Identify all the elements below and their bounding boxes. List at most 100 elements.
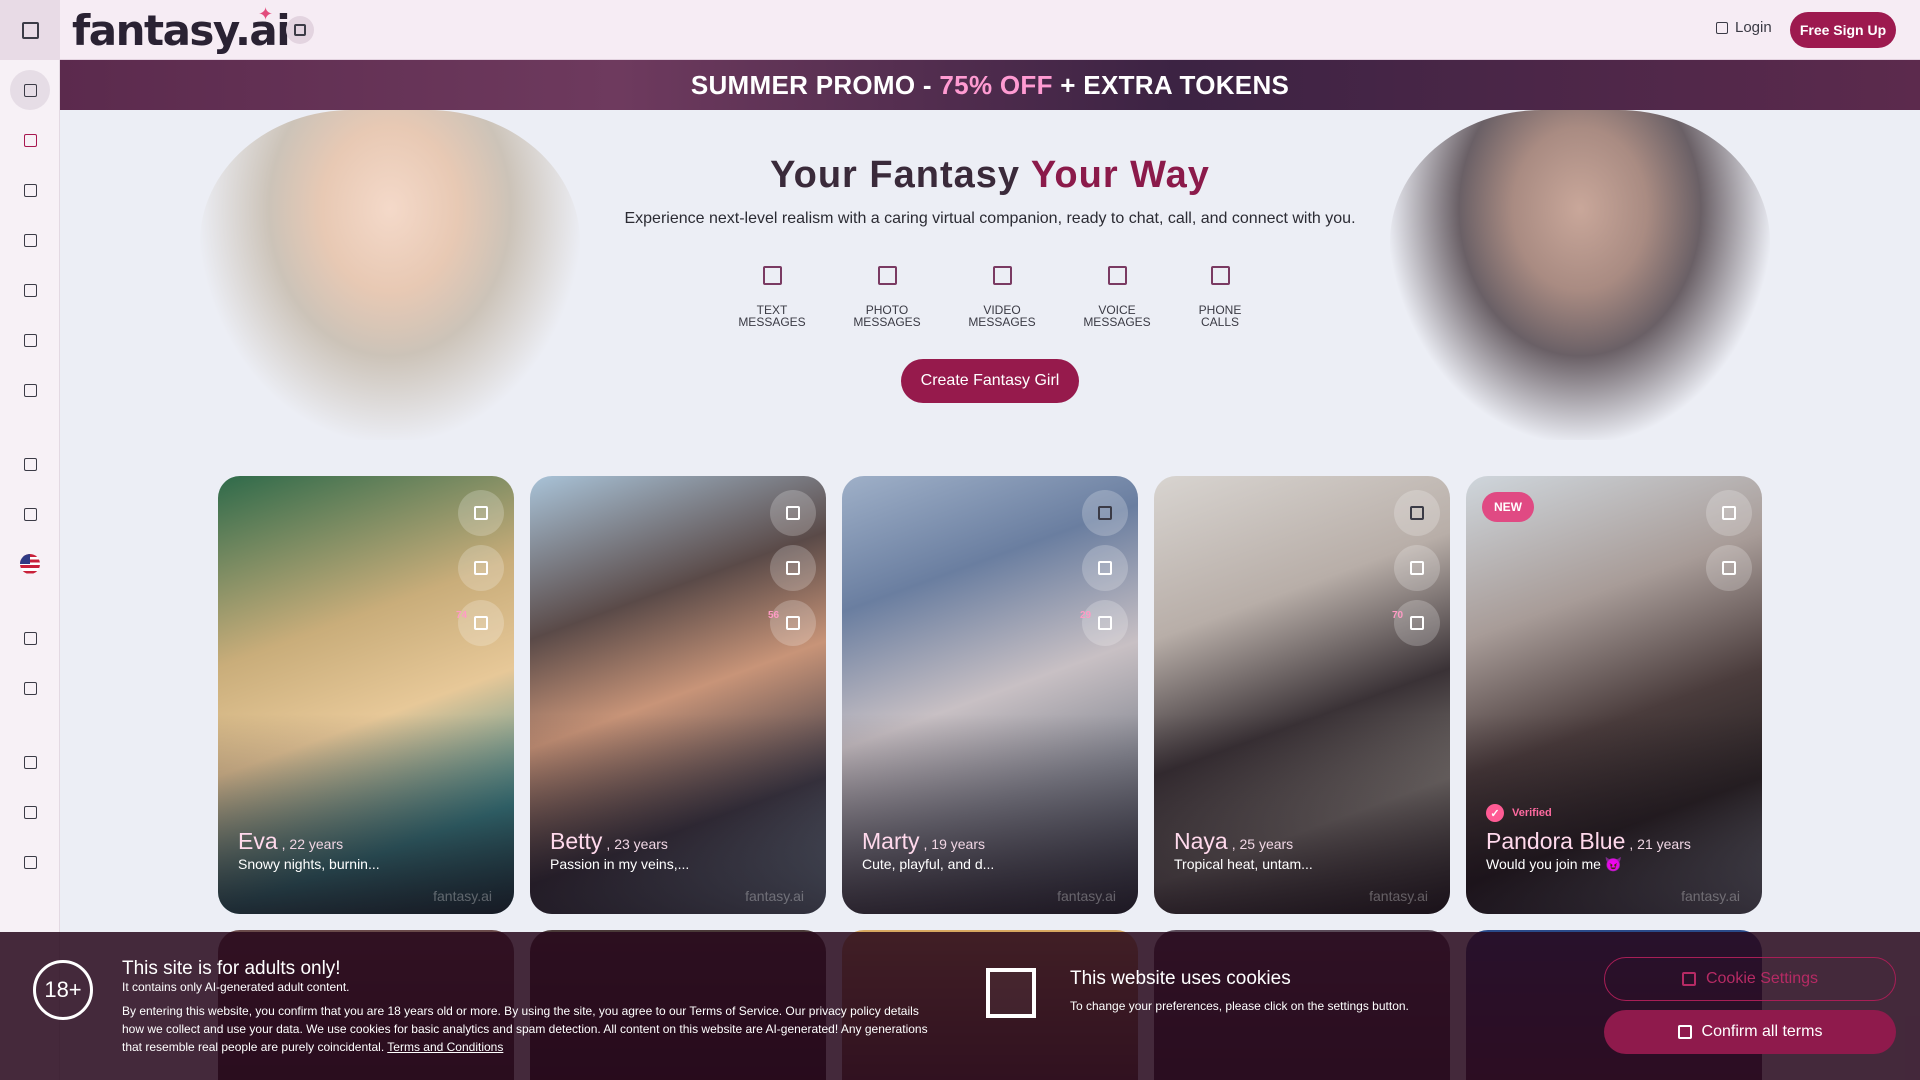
free-signup-button[interactable]: Free Sign Up bbox=[1790, 12, 1896, 48]
feature-photo-messages: PHOTO MESSAGES bbox=[842, 266, 932, 328]
sidebar-item-create[interactable] bbox=[0, 120, 60, 160]
character-card-marty[interactable]: 29 Marty, 19 years Cute, playful, and d.… bbox=[842, 476, 1138, 914]
confirm-all-terms-button[interactable]: Confirm all terms bbox=[1604, 1010, 1896, 1054]
sidebar-item-affiliate[interactable] bbox=[0, 494, 60, 534]
adult-warning-subtitle: It contains only AI-generated adult cont… bbox=[122, 980, 350, 994]
create-fantasy-girl-button[interactable]: Create Fantasy Girl bbox=[901, 359, 1079, 403]
card-name: Marty bbox=[862, 828, 920, 854]
card-like-button[interactable] bbox=[458, 600, 504, 646]
card-shade bbox=[842, 714, 1138, 914]
card-shade bbox=[218, 714, 514, 914]
card-favorite-button[interactable] bbox=[1082, 490, 1128, 536]
adult-body-text: By entering this website, you confirm th… bbox=[122, 1004, 928, 1054]
card-like-button[interactable] bbox=[1082, 600, 1128, 646]
card-watermark: fantasy.ai bbox=[1057, 888, 1116, 904]
character-card-naya[interactable]: 70 Naya, 25 years Tropical heat, untam..… bbox=[1154, 476, 1450, 914]
feature-text-messages: TEXT MESSAGES bbox=[727, 266, 817, 328]
instagram-icon bbox=[23, 855, 37, 869]
cookie-settings-label: Cookie Settings bbox=[1705, 970, 1819, 987]
card-age: , 19 years bbox=[923, 836, 985, 852]
hero-title-accent: Your Way bbox=[1030, 154, 1210, 196]
card-chat-button[interactable] bbox=[1706, 545, 1752, 591]
card-like-button[interactable] bbox=[770, 600, 816, 646]
voice-message-icon bbox=[1107, 266, 1127, 285]
sidebar-item-instagram[interactable] bbox=[0, 842, 60, 882]
hero-title-main: Your Fantasy bbox=[770, 154, 1031, 196]
sidebar-item-gallery[interactable] bbox=[0, 220, 60, 260]
card-name: Eva bbox=[238, 828, 278, 854]
card-name-line: Pandora Blue, 21 years bbox=[1486, 828, 1691, 855]
chat-icon bbox=[1410, 561, 1424, 575]
sidebar-item-home[interactable] bbox=[0, 70, 60, 110]
sidebar-item-generate[interactable] bbox=[0, 270, 60, 310]
like-count: 56 bbox=[768, 610, 780, 621]
site-logo[interactable]: fantasy.ai bbox=[72, 6, 291, 55]
heart-icon bbox=[1722, 506, 1736, 520]
card-favorite-button[interactable] bbox=[1706, 490, 1752, 536]
card-age: , 23 years bbox=[606, 836, 668, 852]
sidebar-item-discord[interactable] bbox=[0, 444, 60, 484]
promo-banner[interactable]: SUMMER PROMO - 75% OFF + EXTRA TOKENS bbox=[60, 60, 1920, 110]
chat-icon bbox=[786, 561, 800, 575]
card-name-line: Naya, 25 years bbox=[1174, 828, 1293, 855]
card-watermark: fantasy.ai bbox=[1681, 888, 1740, 904]
age-badge: 18+ bbox=[33, 960, 93, 1020]
generate-icon bbox=[23, 283, 37, 297]
card-chat-button[interactable] bbox=[1082, 545, 1128, 591]
card-age: , 25 years bbox=[1231, 836, 1294, 852]
sidebar-item-reddit[interactable] bbox=[0, 792, 60, 832]
card-favorite-button[interactable] bbox=[770, 490, 816, 536]
sidebar-item-help[interactable] bbox=[0, 618, 60, 658]
card-age: , 22 years bbox=[281, 836, 344, 852]
header-extra-button[interactable] bbox=[286, 16, 314, 44]
like-icon bbox=[786, 616, 800, 630]
terms-link[interactable]: Terms and Conditions bbox=[387, 1040, 503, 1054]
chat-icon bbox=[1098, 561, 1112, 575]
character-card-eva[interactable]: 74 Eva, 22 years Snowy nights, burnin...… bbox=[218, 476, 514, 914]
check-icon bbox=[1677, 1025, 1692, 1039]
cookie-settings-button[interactable]: Cookie Settings bbox=[1604, 957, 1896, 1001]
like-icon bbox=[1098, 616, 1112, 630]
feature-video-messages: VIDEO MESSAGES bbox=[957, 266, 1047, 328]
sidebar-item-my-ai[interactable] bbox=[0, 320, 60, 360]
card-watermark: fantasy.ai bbox=[1369, 888, 1428, 904]
feature-label: MESSAGES bbox=[1083, 315, 1151, 329]
photo-message-icon bbox=[877, 266, 897, 285]
card-favorite-button[interactable] bbox=[1394, 490, 1440, 536]
sidebar-item-language[interactable] bbox=[0, 544, 60, 584]
feature-label: CALLS bbox=[1200, 315, 1240, 329]
card-like-button[interactable] bbox=[1394, 600, 1440, 646]
card-age: , 21 years bbox=[1629, 836, 1691, 852]
sidebar-item-premium[interactable] bbox=[0, 370, 60, 410]
sidebar-item-contact[interactable] bbox=[0, 668, 60, 708]
feature-voice-messages: VOICE MESSAGES bbox=[1072, 266, 1162, 328]
sparkle-icon: ✦ bbox=[258, 4, 274, 24]
sidebar bbox=[0, 60, 60, 1080]
chat-icon bbox=[474, 561, 488, 575]
promo-suffix: + EXTRA TOKENS bbox=[1052, 69, 1290, 100]
character-card-pandora-blue[interactable]: NEW ✓ Verified Pandora Blue, 21 years Wo… bbox=[1466, 476, 1762, 914]
new-badge: NEW bbox=[1482, 492, 1534, 522]
premium-icon bbox=[23, 383, 37, 397]
menu-toggle-button[interactable] bbox=[0, 0, 60, 60]
heart-icon bbox=[1410, 506, 1424, 520]
login-label: Login bbox=[1735, 19, 1772, 36]
hero-image-right bbox=[1390, 110, 1770, 440]
cookie-title: This website uses cookies bbox=[1070, 968, 1291, 989]
login-link[interactable]: Login bbox=[1716, 19, 1772, 36]
feature-phone-calls: PHONE CALLS bbox=[1175, 266, 1265, 328]
card-name-line: Marty, 19 years bbox=[862, 828, 985, 855]
cookie-subtitle: To change your preferences, please click… bbox=[1070, 999, 1409, 1013]
my-ai-icon bbox=[23, 333, 37, 347]
contact-icon bbox=[23, 681, 37, 695]
character-card-betty[interactable]: 56 Betty, 23 years Passion in my veins,.… bbox=[530, 476, 826, 914]
sidebar-item-chat[interactable] bbox=[0, 170, 60, 210]
verified-label: Verified bbox=[1512, 807, 1552, 819]
like-icon bbox=[1410, 616, 1424, 630]
sidebar-item-twitter[interactable] bbox=[0, 742, 60, 782]
cookie-icon bbox=[986, 968, 1036, 1018]
card-chat-button[interactable] bbox=[1394, 545, 1440, 591]
card-favorite-button[interactable] bbox=[458, 490, 504, 536]
card-chat-button[interactable] bbox=[770, 545, 816, 591]
card-chat-button[interactable] bbox=[458, 545, 504, 591]
